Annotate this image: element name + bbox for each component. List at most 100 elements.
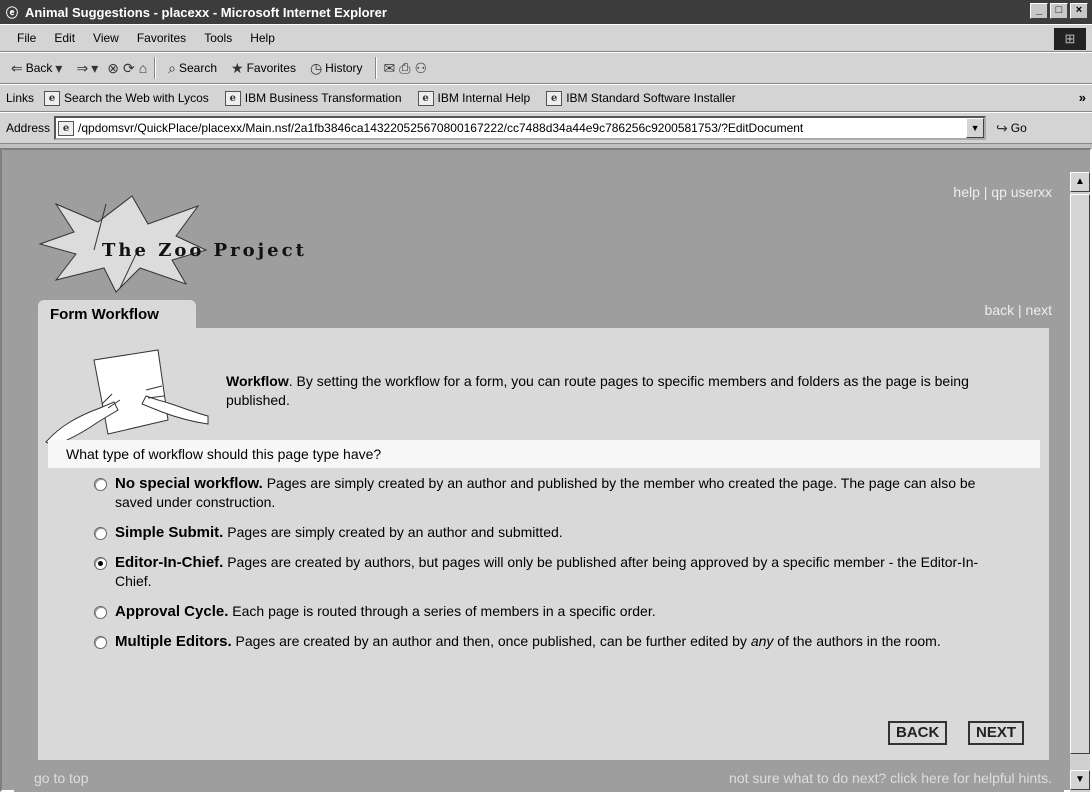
maximize-button[interactable]: □ bbox=[1050, 3, 1068, 19]
link-separator: | bbox=[1018, 302, 1022, 318]
radio-simple-submit[interactable] bbox=[94, 527, 107, 540]
address-bar: Address e /qpdomsvr/QuickPlace/placexx/M… bbox=[0, 112, 1092, 144]
back-button-page[interactable]: BACK bbox=[888, 721, 948, 745]
option-text: Simple Submit. Pages are simply created … bbox=[115, 523, 563, 542]
option-description-end: of the authors in the room. bbox=[773, 633, 941, 649]
scroll-down-icon[interactable]: ▼ bbox=[1070, 770, 1090, 790]
toolbar-separator bbox=[154, 57, 157, 79]
option-no-special-workflow[interactable]: No special workflow. Pages are simply cr… bbox=[94, 474, 1014, 512]
favorites-button[interactable]: ★ Favorites bbox=[226, 56, 301, 80]
page-viewport: The Zoo Project help | qp userxx back | … bbox=[14, 170, 1064, 792]
next-button-page[interactable]: NEXT bbox=[968, 721, 1025, 745]
intro-text: Workflow. By setting the workflow for a … bbox=[226, 372, 1036, 410]
option-title: Editor-In-Chief. bbox=[115, 554, 224, 571]
search-label: Search bbox=[179, 61, 218, 75]
option-emphasis: any bbox=[750, 633, 774, 649]
refresh-icon[interactable]: ⟳ bbox=[123, 60, 135, 77]
option-description: Pages are created by an author and then,… bbox=[231, 633, 751, 649]
more-links-chevron-icon[interactable]: » bbox=[1079, 90, 1086, 105]
history-button[interactable]: ◷ History bbox=[305, 56, 368, 80]
link-ibm-internal-help-label: IBM Internal Help bbox=[437, 91, 531, 105]
go-arrow-icon: ↪ bbox=[996, 119, 1008, 136]
ie-page-icon: e bbox=[417, 90, 434, 106]
address-dropdown-icon[interactable]: ▼ bbox=[966, 118, 985, 138]
workflow-options: No special workflow. Pages are simply cr… bbox=[94, 474, 1014, 662]
workflow-panel: Workflow. By setting the workflow for a … bbox=[38, 328, 1049, 760]
intro-heading: Workflow bbox=[226, 373, 289, 389]
link-ibm-internal-help[interactable]: e IBM Internal Help bbox=[412, 90, 537, 106]
menu-edit[interactable]: Edit bbox=[45, 31, 84, 45]
back-label: Back bbox=[25, 61, 53, 75]
ie-app-icon: ⓔ bbox=[5, 5, 18, 20]
option-approval-cycle[interactable]: Approval Cycle. Each page is routed thro… bbox=[94, 602, 1014, 621]
menu-help[interactable]: Help bbox=[241, 31, 284, 45]
ie-page-icon: e bbox=[44, 90, 61, 106]
search-icon: ⌕ bbox=[168, 59, 176, 76]
menu-favorites[interactable]: Favorites bbox=[128, 31, 195, 45]
next-link[interactable]: next bbox=[1026, 302, 1052, 318]
helpful-hints-link[interactable]: not sure what to do next? click here for… bbox=[729, 770, 1052, 786]
option-description: Pages are created by authors, but pages … bbox=[115, 554, 979, 589]
close-button[interactable]: × bbox=[1070, 3, 1088, 19]
menu-bar: File Edit View Favorites Tools Help ⊞ bbox=[0, 24, 1092, 52]
print-icon[interactable]: ⎙ bbox=[399, 60, 410, 77]
mail-icon[interactable]: ✉ bbox=[384, 60, 396, 77]
minimize-button[interactable]: _ bbox=[1030, 3, 1048, 19]
link-lycos[interactable]: e Search the Web with Lycos bbox=[38, 90, 215, 106]
go-button[interactable]: ↪ Go bbox=[996, 120, 1027, 137]
vertical-scrollbar[interactable]: ▲ ▼ bbox=[1070, 172, 1090, 792]
intro-body: . By setting the workflow for a form, yo… bbox=[226, 373, 969, 408]
top-links: help | qp userxx bbox=[953, 184, 1052, 200]
ie-page-icon: e bbox=[546, 90, 563, 106]
favorites-icon: ★ bbox=[231, 59, 244, 76]
chevron-down-icon[interactable]: ▾ bbox=[55, 60, 62, 77]
workflow-question: What type of workflow should this page t… bbox=[48, 440, 1040, 468]
option-multiple-editors[interactable]: Multiple Editors. Pages are created by a… bbox=[94, 632, 1014, 651]
home-icon[interactable]: ⌂ bbox=[139, 60, 147, 76]
link-ibm-business-transformation[interactable]: e IBM Business Transformation bbox=[219, 90, 408, 106]
option-title: No special workflow. bbox=[115, 475, 263, 492]
back-link[interactable]: back bbox=[985, 302, 1015, 318]
menu-view[interactable]: View bbox=[84, 31, 128, 45]
link-ibm-software-installer-label: IBM Standard Software Installer bbox=[566, 91, 736, 105]
nav-links: back | next bbox=[985, 302, 1052, 318]
option-title: Multiple Editors. bbox=[115, 633, 232, 650]
chevron-down-icon[interactable]: ▾ bbox=[91, 60, 98, 77]
ie-page-icon: e bbox=[224, 90, 241, 106]
link-lycos-label: Search the Web with Lycos bbox=[64, 91, 209, 105]
option-simple-submit[interactable]: Simple Submit. Pages are simply created … bbox=[94, 523, 1014, 542]
radio-multiple-editors[interactable] bbox=[94, 636, 107, 649]
address-label: Address bbox=[6, 121, 51, 135]
option-text: Multiple Editors. Pages are created by a… bbox=[115, 632, 941, 651]
link-ibm-business-transformation-label: IBM Business Transformation bbox=[244, 91, 402, 105]
scroll-thumb[interactable] bbox=[1070, 194, 1090, 754]
stop-icon[interactable]: ⊗ bbox=[107, 60, 119, 77]
radio-editor-in-chief[interactable] bbox=[94, 557, 107, 570]
messenger-icon[interactable]: ⚇ bbox=[414, 60, 427, 77]
hands-passing-document-icon bbox=[45, 349, 209, 446]
scroll-up-icon[interactable]: ▲ bbox=[1070, 172, 1090, 192]
search-button[interactable]: ⌕ Search bbox=[163, 56, 222, 80]
forward-arrow-icon: ⇒ bbox=[76, 59, 89, 76]
user-link[interactable]: qp userxx bbox=[991, 184, 1052, 200]
option-title: Approval Cycle. bbox=[115, 603, 229, 620]
windows-logo-icon: ⊞ bbox=[1054, 28, 1086, 50]
help-link[interactable]: help bbox=[953, 184, 979, 200]
toolbar: ⇐ Back ▾ ⇒ ▾ ⊗ ⟳ ⌂ ⌕ Search ★ Favorites … bbox=[0, 52, 1092, 84]
ie-page-icon: e bbox=[58, 120, 75, 136]
menu-file[interactable]: File bbox=[8, 31, 45, 45]
radio-no-special-workflow[interactable] bbox=[94, 478, 107, 491]
links-label: Links bbox=[6, 91, 35, 105]
radio-approval-cycle[interactable] bbox=[94, 606, 107, 619]
link-ibm-software-installer[interactable]: e IBM Standard Software Installer bbox=[540, 90, 741, 106]
window-controls: _ □ × bbox=[1030, 3, 1088, 19]
forward-button[interactable]: ⇒ ▾ bbox=[71, 56, 103, 80]
go-to-top-link[interactable]: go to top bbox=[34, 770, 89, 786]
menu-tools[interactable]: Tools bbox=[195, 31, 241, 45]
history-icon: ◷ bbox=[309, 59, 323, 76]
address-input[interactable]: e /qpdomsvr/QuickPlace/placexx/Main.nsf/… bbox=[54, 116, 987, 140]
links-bar: Links e Search the Web with Lycos e IBM … bbox=[0, 84, 1092, 112]
option-editor-in-chief[interactable]: Editor-In-Chief. Pages are created by au… bbox=[94, 553, 1014, 591]
back-button[interactable]: ⇐ Back ▾ bbox=[6, 56, 67, 80]
starburst-logo-icon bbox=[38, 195, 208, 293]
